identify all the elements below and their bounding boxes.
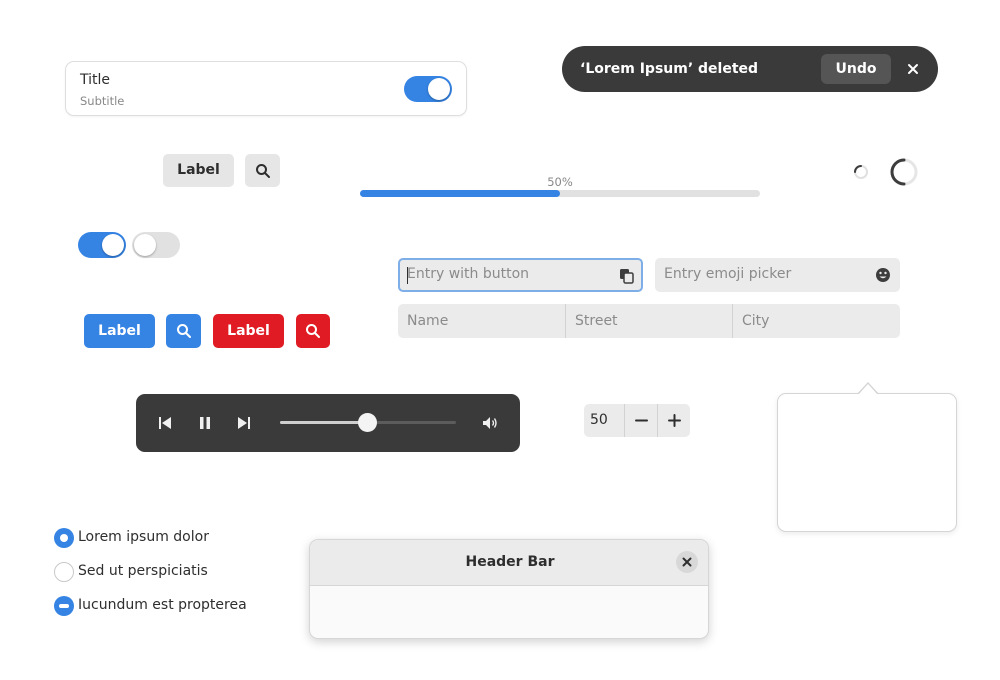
switch-off[interactable] (132, 232, 180, 258)
suggested-search-button[interactable] (166, 314, 201, 348)
close-icon[interactable] (903, 59, 923, 79)
switch-knob (428, 78, 450, 100)
row-switch[interactable] (404, 76, 452, 102)
destructive-search-button[interactable] (296, 314, 330, 348)
destructive-label-button[interactable]: Label (213, 314, 284, 348)
search-icon (176, 323, 192, 339)
header-bar: Header Bar (310, 540, 708, 586)
radio-label: Sed ut perspiciatis (78, 563, 208, 579)
entry-placeholder: Entry with button (407, 266, 530, 282)
radio-sed[interactable] (54, 562, 74, 582)
search-icon (255, 163, 271, 179)
radio-label: Lorem ipsum dolor (78, 529, 209, 545)
flat-label-button[interactable]: Label (163, 154, 234, 187)
entry-emoji-picker[interactable]: Entry emoji picker (655, 258, 900, 292)
spinner-large-icon (889, 157, 919, 187)
spin-value[interactable]: 50 (590, 412, 608, 428)
row-title: Title (80, 72, 111, 88)
radio-lorem[interactable] (54, 528, 74, 548)
radio-iucundum[interactable] (54, 596, 74, 616)
header-bar-title: Header Bar (465, 554, 555, 570)
progress-label: 50% (547, 175, 573, 189)
linked-entries: Name Street City (398, 304, 900, 338)
increment-button[interactable] (658, 404, 691, 437)
street-field[interactable]: Street (566, 304, 732, 338)
header-bar-window: Header Bar (309, 539, 709, 639)
switch-knob (102, 234, 124, 256)
copy-icon[interactable] (619, 268, 635, 284)
slider-fill (280, 421, 368, 424)
city-field[interactable]: City (733, 304, 900, 338)
progress-bar (360, 190, 760, 197)
media-position-slider[interactable] (280, 413, 456, 432)
slider-handle[interactable] (358, 413, 377, 432)
pause-icon[interactable] (197, 415, 213, 431)
row-subtitle: Subtitle (80, 94, 125, 108)
skip-forward-icon[interactable] (236, 415, 252, 431)
switch-on[interactable] (78, 232, 126, 258)
search-icon (305, 323, 321, 339)
plus-icon (668, 414, 681, 427)
undo-button[interactable]: Undo (821, 54, 891, 84)
flat-search-button[interactable] (245, 154, 280, 187)
decrement-button[interactable] (625, 404, 658, 437)
popover-arrow-fill (858, 384, 878, 395)
volume-icon[interactable] (482, 415, 498, 431)
radio-label: Iucundum est propterea (78, 597, 247, 613)
name-field[interactable]: Name (398, 304, 565, 338)
toast: ‘Lorem Ipsum’ deleted Undo (562, 46, 938, 92)
progress-fill (360, 190, 560, 197)
spinner-small-icon (853, 164, 869, 180)
entry-placeholder: Entry emoji picker (664, 266, 792, 282)
media-controls (136, 394, 520, 452)
spin-button: 50 (584, 404, 690, 437)
close-button[interactable] (676, 551, 698, 573)
emoji-icon[interactable] (875, 267, 891, 283)
toast-message: ‘Lorem Ipsum’ deleted (580, 61, 759, 77)
list-row[interactable]: Title Subtitle (65, 61, 467, 116)
popover (777, 393, 957, 532)
close-icon (682, 557, 692, 567)
entry-with-button[interactable]: Entry with button (398, 258, 643, 292)
skip-back-icon[interactable] (157, 415, 173, 431)
switch-knob (134, 234, 156, 256)
suggested-label-button[interactable]: Label (84, 314, 155, 348)
minus-icon (635, 419, 648, 422)
